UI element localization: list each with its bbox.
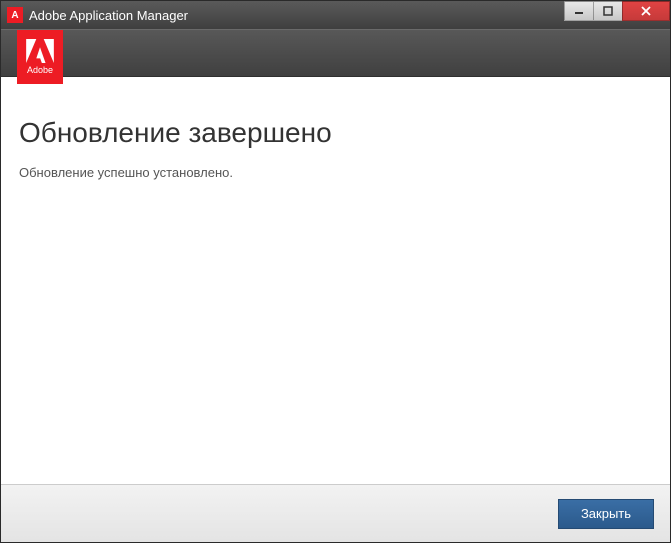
app-icon: A [7,7,23,23]
app-window: A Adobe Application Manager Adobe Обновл… [0,0,671,543]
adobe-logo: Adobe [17,30,63,84]
header-band: Adobe [1,29,670,77]
window-title: Adobe Application Manager [29,8,188,23]
adobe-a-icon [26,39,54,63]
minimize-icon [574,6,584,16]
titlebar[interactable]: A Adobe Application Manager [1,1,670,29]
close-icon [640,6,652,16]
window-close-button[interactable] [622,1,670,21]
app-icon-letter: A [11,10,18,21]
update-heading: Обновление завершено [19,117,652,149]
window-controls [565,1,670,21]
maximize-button[interactable] [593,1,623,21]
adobe-logo-text: Adobe [27,65,53,75]
maximize-icon [603,6,613,16]
footer-bar: Закрыть [1,484,670,542]
minimize-button[interactable] [564,1,594,21]
close-button[interactable]: Закрыть [558,499,654,529]
content-area: Обновление завершено Обновление успешно … [1,77,670,484]
update-message: Обновление успешно установлено. [19,165,652,180]
